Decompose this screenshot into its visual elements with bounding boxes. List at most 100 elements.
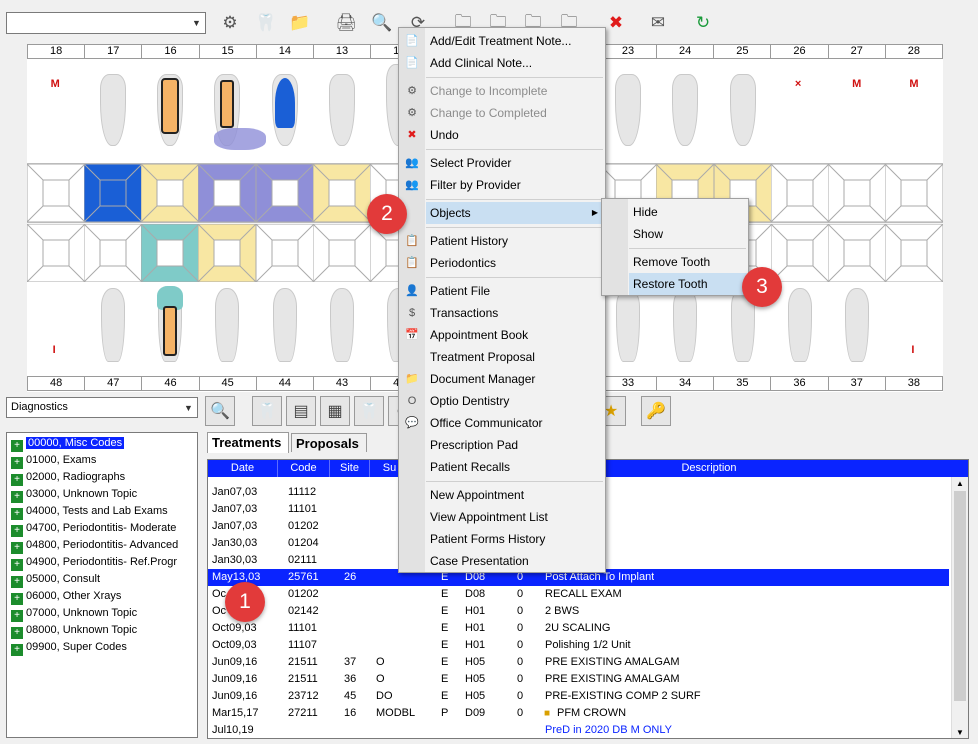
diagnostic-item[interactable]: +07000, Unknown Topic [11,605,137,622]
patient-selector[interactable]: ▼ [6,12,206,34]
upper-tooth[interactable] [99,74,126,146]
lower-surface-diagram[interactable] [884,223,945,283]
lower-tooth[interactable] [673,288,698,362]
chevron-down-icon[interactable]: ▼ [180,398,197,417]
upper-surface-diagram[interactable] [139,163,201,223]
menu-item-filter-by-provider[interactable]: Filter by Provider [426,174,601,196]
menu-item-patient-recalls[interactable]: Patient Recalls [426,456,601,478]
tooth-number[interactable]: 15 [200,45,257,58]
upper-surface-diagram[interactable] [82,163,144,223]
lower-surface-diagram[interactable] [769,223,831,283]
upper-tooth[interactable] [615,74,642,146]
tooth-number[interactable]: 44 [257,377,314,390]
table-row[interactable]: Jul10,19 PreD in 2020 DB M ONLY [208,722,949,738]
menu-item-prescription-pad[interactable]: Prescription Pad [426,434,601,456]
lower-surface-diagram[interactable] [82,223,144,283]
send-mail-icon[interactable]: ✉ [645,10,671,36]
menu-item-transactions[interactable]: Transactions [426,302,601,324]
settings-gear-icon[interactable]: ⚙ [217,10,243,36]
lower-tooth[interactable] [100,288,125,362]
menu-item-objects[interactable]: Objects ▶ [426,202,604,224]
menu-item-change-to-completed[interactable]: Change to Completed [426,102,601,124]
lower-tooth[interactable] [616,288,641,362]
lower-tooth[interactable] [329,288,354,362]
tooth-key-icon[interactable]: 🔑 [641,396,671,426]
diagnostics-dropdown[interactable]: Diagnostics ▼ [6,397,198,418]
lower-surface-diagram[interactable] [826,223,888,283]
diagnostic-item[interactable]: +06000, Other Xrays [11,588,121,605]
menu-item-select-provider[interactable]: Select Provider [426,152,601,174]
tooth-number[interactable]: 48 [28,377,86,390]
menu-item-case-presentation[interactable]: Case Presentation [426,550,601,572]
menu-item-new-appointment[interactable]: New Appointment [426,484,601,506]
scroll-up-icon[interactable]: ▲ [956,479,964,488]
search-folder-icon[interactable]: 🔍 [369,10,395,36]
diagnostic-item[interactable]: +01000, Exams [11,452,96,469]
lower-surface-diagram[interactable] [254,223,315,283]
table-row[interactable]: Jun09,16 21511 37 O E H05 0 PRE EXISTING AMALGA… [208,654,949,671]
upper-tooth[interactable] [672,74,699,146]
tooth-icon[interactable]: 🦷 [354,396,384,426]
menu-item-treatment-proposal[interactable]: Treatment Proposal [426,346,601,368]
submenu-item-hide[interactable]: Hide [629,201,747,223]
sync-icon[interactable]: ↻ [690,10,716,36]
tooth-number[interactable]: 47 [85,377,143,390]
tooth-number[interactable]: 24 [657,45,715,58]
lower-tooth[interactable] [845,288,870,362]
upper-surface-diagram[interactable] [25,163,86,223]
tooth-number[interactable]: 17 [85,45,143,58]
lower-tooth[interactable] [272,288,297,362]
table-row[interactable]: Jun09,16 23712 45 DO E H05 0 PRE-EXISTING COMP … [208,688,949,705]
diagnostic-item[interactable]: +02000, Radiographs [11,469,125,486]
diagnostic-item[interactable]: +00000, Misc Codes [11,435,125,452]
menu-item-add-edit-treatment-note[interactable]: Add/Edit Treatment Note... [426,30,601,52]
lower-surface-diagram[interactable] [25,223,86,283]
submenu-item-show[interactable]: Show [629,223,747,245]
diagnostic-item[interactable]: +09900, Super Codes [11,639,127,656]
printer-icon[interactable]: 🖨 [333,10,359,36]
table-row[interactable]: Jun09,16 21511 36 O E H05 0 PRE EXISTING AMALGA… [208,671,949,688]
diagnostic-item[interactable]: +04000, Tests and Lab Exams [11,503,168,520]
header-site[interactable]: Site [330,460,370,477]
tooth-number[interactable]: 35 [714,377,772,390]
tooth-number[interactable]: 14 [257,45,314,58]
scroll-down-icon[interactable]: ▼ [956,728,964,737]
menu-item-view-appointment-list[interactable]: View Appointment List [426,506,601,528]
lower-surface-diagram[interactable] [311,223,373,283]
tooth-number[interactable]: 43 [314,377,372,390]
table-row[interactable]: Oct09,03 11107 E H01 0 Polishing 1/2 Unit [208,637,949,654]
menu-item-patient-forms-history[interactable]: Patient Forms History [426,528,601,550]
tooth-number[interactable]: 26 [771,45,829,58]
tooth-number[interactable]: 45 [200,377,257,390]
submenu-item-restore-tooth[interactable]: Restore Tooth [629,273,747,295]
diagnostic-item[interactable]: +05000, Consult [11,571,100,588]
submenu-item-remove-tooth[interactable]: Remove Tooth [629,251,747,273]
mouth-icon[interactable]: ▤ [286,396,316,426]
menu-item-document-manager[interactable]: Document Manager [426,368,601,390]
scroll-thumb[interactable] [954,491,966,701]
upper-surface-diagram[interactable] [769,163,831,223]
upper-tooth[interactable] [729,74,756,146]
lower-surface-diagram[interactable] [197,223,258,283]
diagnostic-item[interactable]: +04800, Periodontitis- Advanced [11,537,178,554]
header-date[interactable]: Date [208,460,278,477]
upper-surface-diagram[interactable] [254,163,315,223]
table-row[interactable]: Oct09,03 11101 E H01 0 2U SCALING [208,620,949,637]
menu-item-undo[interactable]: Undo [426,124,601,146]
tooth-number[interactable]: 25 [714,45,772,58]
menu-item-optio-dentistry[interactable]: Optio Dentistry [426,390,601,412]
tooth-settings-icon[interactable]: 🦷 [253,10,279,36]
diagnostic-item[interactable]: +04900, Periodontitis- Ref.Progr [11,554,177,571]
menu-item-periodontics[interactable]: Periodontics [426,252,601,274]
tooth-number[interactable]: 16 [142,45,200,58]
lower-tooth[interactable] [215,288,240,362]
upper-surface-diagram[interactable] [826,163,888,223]
upper-tooth[interactable] [328,74,355,146]
upper-surface-diagram[interactable] [884,163,945,223]
folder-settings-icon[interactable]: 📁 [287,10,313,36]
vertical-scrollbar[interactable]: ▲ ▼ [951,477,968,738]
menu-item-appointment-book[interactable]: Appointment Book [426,324,601,346]
lower-tooth[interactable] [787,288,812,362]
diagnostic-item[interactable]: +08000, Unknown Topic [11,622,137,639]
menu-item-change-to-incomplete[interactable]: Change to Incomplete [426,80,601,102]
